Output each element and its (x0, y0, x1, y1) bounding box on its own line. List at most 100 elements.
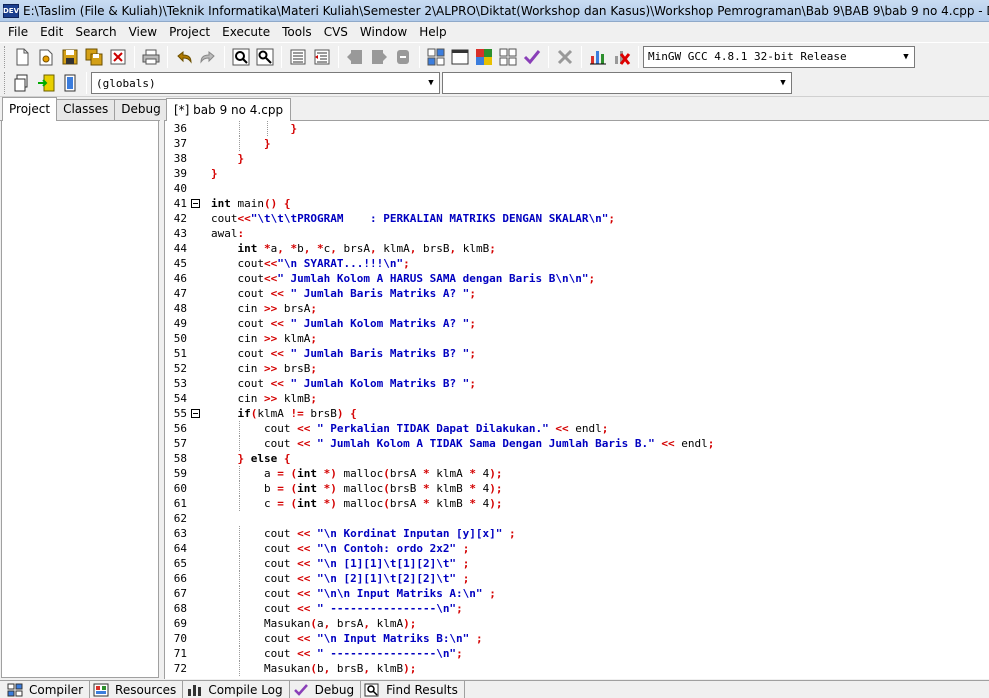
line-number: 61 (173, 497, 187, 510)
close-file-button[interactable] (107, 46, 129, 68)
project-tree[interactable] (1, 121, 159, 678)
tab-project[interactable]: Project (2, 97, 58, 121)
code-line[interactable]: 68 cout << " ----------------\n"; (174, 601, 989, 616)
code-line[interactable]: 57 cout << " Jumlah Kolom A TIDAK Sama D… (174, 436, 989, 451)
new-file-button[interactable] (11, 46, 33, 68)
replace-button[interactable] (254, 46, 276, 68)
code-line[interactable]: 38 } (174, 151, 989, 166)
code-line[interactable]: 41 int main() { (174, 196, 989, 211)
toggle-bookmark-button[interactable] (392, 46, 414, 68)
tab-compiler[interactable]: Compiler (4, 680, 91, 698)
next-page-button[interactable] (368, 46, 390, 68)
code-line[interactable]: 59 a = (int *) malloc(brsA * klmA * 4); (174, 466, 989, 481)
menu-help[interactable]: Help (413, 22, 452, 42)
devcpp-app-icon[interactable]: DEV (3, 3, 19, 18)
code-line[interactable]: 53 cout << " Jumlah Kolom Matriks B? "; (174, 376, 989, 391)
menu-project[interactable]: Project (163, 22, 216, 42)
indent-button[interactable] (287, 46, 309, 68)
code-line[interactable]: 70 cout << "\n Input Matriks B:\n" ; (174, 631, 989, 646)
code-line[interactable]: 46 cout<<" Jumlah Kolom A HARUS SAMA den… (174, 271, 989, 286)
code-line[interactable]: 71 cout << " ----------------\n"; (174, 646, 989, 661)
toolbar-grip[interactable] (4, 45, 7, 68)
code-line[interactable]: 37 } (174, 136, 989, 151)
profile-button[interactable] (587, 46, 609, 68)
code-line[interactable]: 52 cin >> brsB; (174, 361, 989, 376)
undo-button[interactable] (173, 46, 195, 68)
toolbar-grip[interactable] (4, 72, 7, 94)
run-button[interactable] (449, 46, 471, 68)
menu-window[interactable]: Window (354, 22, 413, 42)
menu-edit[interactable]: Edit (34, 22, 69, 42)
menu-search[interactable]: Search (69, 22, 122, 42)
fold-toggle-icon[interactable] (191, 199, 200, 208)
chevron-down-icon[interactable]: ▼ (775, 73, 791, 93)
scope-select[interactable]: (globals) ▼ (91, 72, 440, 94)
code-line[interactable]: 63 cout << "\n Kordinat Inputan [y][x]" … (174, 526, 989, 541)
code-line[interactable]: 69 Masukan(a, brsA, klmA); (174, 616, 989, 631)
code-line[interactable]: 50 cin >> klmA; (174, 331, 989, 346)
chevron-down-icon[interactable]: ▼ (898, 47, 914, 67)
toggle-panel-button[interactable] (59, 72, 81, 94)
open-file-button[interactable] (35, 46, 57, 68)
code-line[interactable]: 39} (174, 166, 989, 181)
tab-debug-output[interactable]: Debug (290, 680, 362, 698)
compile-button[interactable] (425, 46, 447, 68)
code-line[interactable]: 64 cout << "\n Contoh: ordo 2x2" ; (174, 541, 989, 556)
goto-button[interactable] (35, 72, 57, 94)
menu-execute[interactable]: Execute (216, 22, 276, 42)
code-line[interactable]: 58 } else { (174, 451, 989, 466)
stop-execution-button[interactable] (554, 46, 576, 68)
code-line[interactable]: 54 cin >> klmB; (174, 391, 989, 406)
code-line[interactable]: 65 cout << "\n [1][1]\t[1][2]\t" ; (174, 556, 989, 571)
menu-view[interactable]: View (123, 22, 163, 42)
find-button[interactable] (230, 46, 252, 68)
code-line[interactable]: 48 cin >> brsA; (174, 301, 989, 316)
delete-profile-button[interactable] (611, 46, 633, 68)
tab-debug[interactable]: Debug (114, 99, 168, 120)
code-line[interactable]: 40 (174, 181, 989, 196)
save-button[interactable] (59, 46, 81, 68)
code-line[interactable]: 49 cout << " Jumlah Kolom Matriks A? "; (174, 316, 989, 331)
redo-button[interactable] (197, 46, 219, 68)
code-line[interactable]: 61 c = (int *) malloc(brsA * klmB * 4); (174, 496, 989, 511)
print-button[interactable] (140, 46, 162, 68)
code-line[interactable]: 47 cout << " Jumlah Baris Matriks A? "; (174, 286, 989, 301)
code-line[interactable]: 43 awal: (174, 226, 989, 241)
code-line[interactable]: 56 cout << " Perkalian TIDAK Dapat Dilak… (174, 421, 989, 436)
menu-cvs[interactable]: CVS (318, 22, 354, 42)
chevron-down-icon[interactable]: ▼ (423, 73, 439, 93)
code-area[interactable]: 36 } 37 } 38 } 39} 40 41 int main() {42 cout<<"… (174, 121, 989, 676)
fold-toggle-icon[interactable] (191, 409, 200, 418)
code-text: cout << " Jumlah Baris Matriks A? "; (237, 287, 476, 300)
code-line[interactable]: 44 int *a, *b, *c, brsA, klmA, brsB, klm… (174, 241, 989, 256)
code-editor[interactable]: 36 } 37 } 38 } 39} 40 41 int main() {42 cout<<"… (164, 121, 989, 679)
rebuild-all-button[interactable] (497, 46, 519, 68)
tab-find-results[interactable]: Find Results (361, 680, 465, 698)
menu-tools[interactable]: Tools (276, 22, 318, 42)
code-line[interactable]: 42 cout<<"\t\t\tPROGRAM : PERKALIAN MATRI… (174, 211, 989, 226)
code-line[interactable]: 51 cout << " Jumlah Baris Matriks B? "; (174, 346, 989, 361)
code-line[interactable]: 66 cout << "\n [2][1]\t[2][2]\t" ; (174, 571, 989, 586)
compile-run-button[interactable] (473, 46, 495, 68)
prev-page-button[interactable] (344, 46, 366, 68)
compiler-select[interactable]: MinGW GCC 4.8.1 32-bit Release ▼ (643, 45, 915, 68)
code-text: cout << "\n [1][1]\t[1][2]\t" ; (263, 557, 470, 570)
member-select[interactable]: ▼ (442, 72, 792, 94)
code-line[interactable]: 60 b = (int *) malloc(brsB * klmB * 4); (174, 481, 989, 496)
menu-file[interactable]: File (2, 22, 34, 42)
tab-resources[interactable]: Resources (90, 680, 184, 698)
tab-compile-log[interactable]: Compile Log (183, 680, 290, 698)
code-line[interactable]: 55 if(klmA != brsB) { (174, 406, 989, 421)
code-text: cin >> brsB; (237, 362, 318, 375)
code-line[interactable]: 72 Masukan(b, brsB, klmB); (174, 661, 989, 676)
code-line[interactable]: 36 } (174, 121, 989, 136)
code-line[interactable]: 62 (174, 511, 989, 526)
syntax-check-button[interactable] (521, 46, 543, 68)
insert-button[interactable] (11, 72, 33, 94)
editor-tab-file[interactable]: [*] bab 9 no 4.cpp (166, 98, 292, 122)
save-all-button[interactable] (83, 46, 105, 68)
unindent-button[interactable] (311, 46, 333, 68)
code-line[interactable]: 45 cout<<"\n SYARAT...!!!\n"; (174, 256, 989, 271)
code-line[interactable]: 67 cout << "\n\n Input Matriks A:\n" ; (174, 586, 989, 601)
tab-classes[interactable]: Classes (56, 99, 116, 120)
